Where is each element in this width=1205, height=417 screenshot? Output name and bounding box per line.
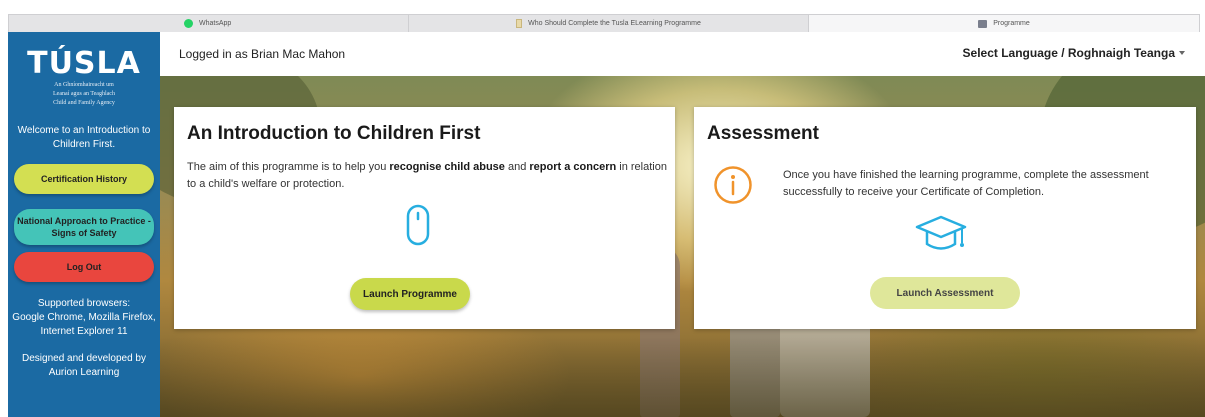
chevron-down-icon[interactable] (1179, 51, 1185, 55)
tab-label: WhatsApp (199, 20, 232, 27)
logo-subtitle-2: Leanaí agus an Teaghlach (53, 91, 115, 97)
logo-subtitle-3: Child and Family Agency (53, 100, 115, 106)
launch-assessment-button[interactable]: Launch Assessment (870, 277, 1020, 309)
national-approach-button[interactable]: National Approach to Practice - Signs of… (14, 209, 154, 245)
top-bar: Logged in as Brian Mac Mahon Select Lang… (160, 32, 1205, 76)
info-icon (714, 166, 752, 204)
browser-tab-strip: WhatsApp Who Should Complete the Tusla E… (0, 0, 1205, 33)
grass (160, 337, 1205, 417)
certification-history-button[interactable]: Certification History (14, 164, 154, 194)
designed-by-text: Designed and developed by Aurion Learnin… (22, 353, 146, 378)
supported-browsers-label: Supported browsers: (37, 298, 131, 309)
assessment-card: Assessment Once you have finished the le… (694, 107, 1196, 329)
sidebar: TÚSLA An Ghníomhaireacht um Leanaí agus … (8, 32, 160, 417)
logo-title: TÚSLA (27, 46, 141, 81)
language-selector[interactable]: Select Language / Roghnaigh Teanga (963, 46, 1175, 60)
programme-text-bold: report a concern (529, 161, 617, 173)
logo-subtitle-1: An Ghníomhaireacht um (54, 82, 114, 88)
programme-text-part: The aim of this programme is to help you (187, 161, 390, 173)
graduation-cap-icon (915, 215, 967, 250)
supported-browsers-list: Google Chrome, Mozilla Firefox, Internet… (12, 312, 156, 337)
welcome-text: Welcome to an Introduction to Children F… (17, 125, 151, 150)
programme-card: An Introduction to Children First The ai… (174, 107, 675, 329)
programme-icon (978, 19, 988, 28)
programme-text-part: and (504, 161, 530, 173)
browser-tab-who-should-complete[interactable]: Who Should Complete the Tusla ELearning … (408, 14, 808, 33)
browser-tab-whatsapp[interactable]: WhatsApp (8, 14, 408, 33)
tab-label: Who Should Complete the Tusla ELearning … (528, 20, 701, 27)
mouse-icon (406, 204, 430, 246)
supported-browsers: Supported browsers: Google Chrome, Mozil… (8, 297, 160, 339)
document-icon (516, 19, 523, 28)
tusla-logo: TÚSLA An Ghníomhaireacht um Leanaí agus … (8, 48, 160, 107)
assessment-description: Once you have finished the learning prog… (783, 169, 1149, 198)
log-out-button[interactable]: Log Out (14, 252, 154, 282)
tab-row: WhatsApp Who Should Complete the Tusla E… (8, 14, 1200, 33)
programme-description: The aim of this programme is to help you… (187, 159, 667, 193)
programme-title: An Introduction to Children First (187, 123, 481, 144)
browser-tab-programme[interactable]: Programme (808, 14, 1200, 33)
programme-text-bold: recognise child abuse (389, 161, 505, 173)
whatsapp-icon (184, 19, 193, 28)
launch-programme-button[interactable]: Launch Programme (350, 278, 470, 310)
logged-in-text: Logged in as Brian Mac Mahon (179, 47, 346, 61)
assessment-title: Assessment (707, 123, 819, 144)
tab-label: Programme (993, 20, 1030, 27)
